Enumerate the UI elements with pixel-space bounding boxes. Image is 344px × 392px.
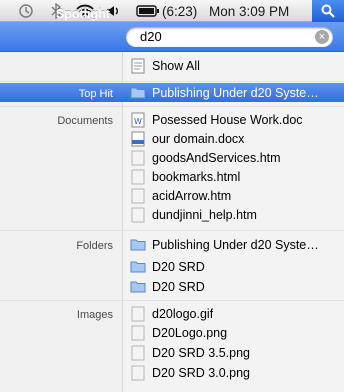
show-all-item[interactable]: Show All bbox=[124, 56, 344, 75]
category-column bbox=[0, 52, 123, 392]
file-icon bbox=[130, 150, 146, 166]
show-all-icon bbox=[130, 58, 146, 74]
battery-icon[interactable] bbox=[136, 0, 160, 22]
file-icon bbox=[130, 188, 146, 204]
list-item[interactable]: goodsAndServices.htm bbox=[124, 148, 344, 167]
svg-text:W: W bbox=[134, 117, 142, 126]
document-label: goodsAndServices.htm bbox=[152, 150, 281, 165]
image-label: D20 SRD 3.5.png bbox=[152, 345, 250, 360]
image-file-icon bbox=[130, 306, 146, 322]
menu-bar: (6:23) Mon 3:09 PM bbox=[0, 0, 344, 22]
show-all-label: Show All bbox=[152, 58, 200, 73]
folder-icon bbox=[130, 279, 146, 295]
folder-icon bbox=[130, 85, 146, 101]
time-machine-icon[interactable] bbox=[18, 0, 34, 22]
document-label: acidArrow.htm bbox=[152, 188, 232, 203]
folder-icon bbox=[130, 237, 146, 253]
list-item[interactable]: D20 SRD bbox=[124, 257, 344, 276]
document-label: our domain.docx bbox=[152, 131, 245, 146]
document-label: dundjinni_help.htm bbox=[152, 207, 257, 222]
image-file-icon bbox=[130, 325, 146, 341]
list-item[interactable]: our domain.docx bbox=[124, 129, 344, 148]
search-query[interactable]: d20 bbox=[140, 29, 162, 44]
list-item[interactable]: dundjinni_help.htm bbox=[124, 205, 344, 224]
category-folders: Folders bbox=[76, 240, 113, 252]
folder-label: Publishing Under d20 Syste… bbox=[152, 237, 319, 252]
battery-time: (6:23) bbox=[162, 3, 198, 19]
list-item[interactable]: D20 SRD 3.5.png bbox=[124, 343, 344, 362]
list-item[interactable]: W Posessed House Work.doc bbox=[124, 110, 344, 129]
category-images: Images bbox=[76, 309, 113, 321]
image-label: d20logo.gif bbox=[152, 306, 214, 321]
list-item[interactable]: acidArrow.htm bbox=[124, 186, 344, 205]
top-hit-label: Publishing Under d20 Syste… bbox=[152, 85, 319, 100]
file-icon bbox=[130, 169, 146, 185]
image-file-icon bbox=[130, 365, 146, 381]
list-item[interactable]: Publishing Under d20 Syste… bbox=[124, 235, 344, 254]
document-label: bookmarks.html bbox=[152, 169, 241, 184]
image-label: D20 SRD 3.0.png bbox=[152, 365, 250, 380]
file-icon bbox=[130, 207, 146, 223]
spotlight-label: Spotlight bbox=[55, 7, 110, 21]
category-top-hit: Top Hit bbox=[78, 88, 113, 100]
folder-icon bbox=[130, 259, 146, 275]
search-input[interactable]: d20 × bbox=[126, 27, 333, 47]
list-item[interactable]: bookmarks.html bbox=[124, 167, 344, 186]
word-doc-icon: W bbox=[130, 112, 146, 128]
top-hit-row[interactable]: Publishing Under d20 Syste… bbox=[0, 83, 344, 102]
category-documents: Documents bbox=[57, 115, 113, 127]
image-file-icon bbox=[130, 345, 146, 361]
spotlight-menu-button[interactable] bbox=[312, 0, 344, 22]
folder-label: D20 SRD bbox=[152, 259, 205, 274]
list-item[interactable]: d20logo.gif bbox=[124, 304, 344, 323]
document-label: Posessed House Work.doc bbox=[152, 112, 303, 127]
list-item[interactable]: D20 SRD bbox=[124, 277, 344, 296]
docx-icon bbox=[130, 131, 146, 147]
image-label: D20Logo.png bbox=[152, 325, 228, 340]
clock[interactable]: Mon 3:09 PM bbox=[209, 0, 289, 22]
search-icon bbox=[321, 4, 335, 18]
list-item[interactable]: D20 SRD 3.0.png bbox=[124, 363, 344, 382]
list-item[interactable]: D20Logo.png bbox=[124, 323, 344, 342]
folder-label: D20 SRD bbox=[152, 279, 205, 294]
clear-search-icon[interactable]: × bbox=[315, 30, 329, 44]
